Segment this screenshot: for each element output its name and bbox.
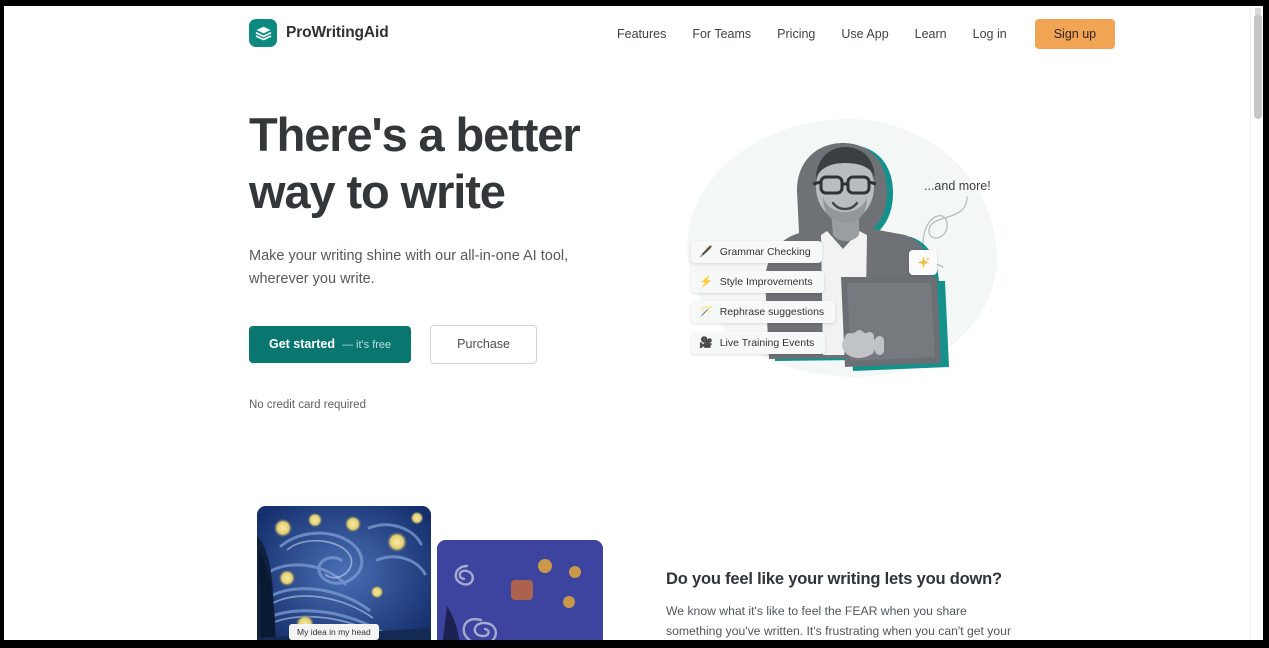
brand-name: ProWritingAid [286, 24, 389, 41]
no-credit-card-note: No credit card required [249, 399, 366, 411]
feature-pill-label: Live Training Events [719, 337, 815, 349]
sparkles-icon [909, 250, 937, 275]
feature-pill-label: Rephrase suggestions [719, 306, 825, 318]
get-started-suffix: — it's free [342, 339, 392, 351]
purchase-button[interactable]: Purchase [430, 325, 537, 364]
page-content: ProWritingAid Features For Teams Pricing… [4, 6, 1250, 640]
scrollbar-thumb[interactable] [1254, 14, 1262, 119]
feature-pill-label: Style Improvements [719, 276, 813, 288]
browser-viewport: ProWritingAid Features For Teams Pricing… [4, 6, 1263, 640]
nav-item-pricing[interactable]: Pricing [764, 27, 828, 41]
feature-pill-rephrase-suggestions: 🪄 Rephrase suggestions [691, 301, 836, 323]
brand-logo[interactable]: ProWritingAid [249, 19, 389, 47]
feature-pill-grammar-checking: 🖋️ Grammar Checking [691, 241, 822, 263]
film-camera-icon: 🎥 [699, 336, 713, 349]
nav-item-features[interactable]: Features [604, 27, 679, 41]
lightning-bolt-icon: ⚡ [699, 275, 713, 288]
get-started-label: Get started [269, 337, 335, 351]
hero-title: There's a better way to write [249, 108, 581, 218]
lower-section-body: We know what it's like to feel the FEAR … [666, 604, 1012, 638]
nav-item-log-in[interactable]: Log in [960, 27, 1020, 41]
book-stack-icon [249, 19, 277, 47]
site-header: ProWritingAid Features For Teams Pricing… [4, 6, 1250, 62]
feature-pill-style-improvements: ⚡ Style Improvements [691, 271, 824, 293]
main-navigation: Features For Teams Pricing Use App Learn… [604, 6, 1116, 62]
hero-illustration: ...and more! 🖋️ Grammar Checking ⚡ Style… [659, 101, 1029, 401]
hero-subtitle: Make your writing shine with our all-in-… [249, 248, 569, 287]
sign-up-button[interactable]: Sign up [1034, 19, 1116, 49]
magic-wand-icon: 🪄 [699, 305, 713, 318]
comparison-art-cards: My idea in my head [257, 506, 603, 640]
nav-item-use-app[interactable]: Use App [828, 27, 901, 41]
nav-item-for-teams[interactable]: For Teams [679, 27, 764, 41]
lower-section-copy: Do you feel like your writing lets you d… [666, 570, 1014, 640]
starry-night-image: My idea in my head [257, 506, 431, 640]
vertical-scrollbar[interactable] [1250, 6, 1263, 640]
get-started-button[interactable]: Get started — it's free [249, 326, 412, 363]
nav-item-learn[interactable]: Learn [902, 27, 960, 41]
hero-cta-group: Get started — it's free Purchase [249, 325, 609, 364]
pen-icon: 🖋️ [699, 245, 713, 258]
lower-section-title: Do you feel like your writing lets you d… [666, 570, 1002, 588]
feature-pill-label: Grammar Checking [719, 246, 811, 258]
browser-frame: ProWritingAid Features For Teams Pricing… [0, 0, 1269, 648]
feature-pill-live-training-events: 🎥 Live Training Events [691, 332, 826, 354]
hero-copy: There's a better way to write Make your … [249, 106, 609, 411]
image-caption-label: My idea in my head [289, 624, 379, 640]
doodle-image [437, 540, 603, 640]
